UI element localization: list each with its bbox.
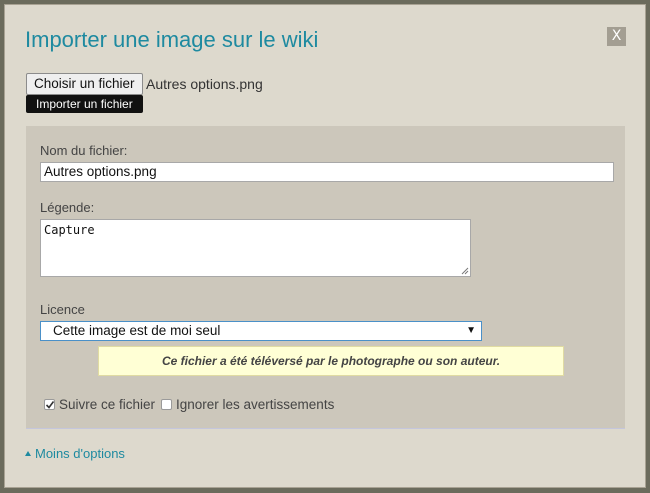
selected-file-name: Autres options.png — [146, 76, 263, 92]
ignore-warnings-option[interactable]: Ignorer les avertissements — [161, 397, 334, 412]
license-select[interactable]: Cette image est de moi seul ▼ — [40, 321, 482, 341]
choose-file-button[interactable]: Choisir un fichier — [26, 73, 143, 95]
less-options-label: Moins d'options — [35, 446, 125, 461]
license-label: Licence — [40, 302, 85, 317]
watch-file-label: Suivre ce fichier — [59, 397, 156, 412]
dropdown-arrow-icon: ▼ — [466, 325, 476, 336]
filename-label: Nom du fichier: — [40, 143, 128, 158]
license-selected-value: Cette image est de moi seul — [53, 323, 221, 338]
dialog-title: Importer une image sur le wiki — [25, 27, 319, 52]
upload-dialog: Importer une image sur le wiki X Choisir… — [4, 4, 646, 488]
watch-file-option[interactable]: Suivre ce fichier — [44, 397, 155, 412]
ignore-warnings-checkbox[interactable] — [161, 399, 172, 410]
license-notice: Ce fichier a été téléversé par le photog… — [98, 346, 564, 376]
close-button[interactable]: X — [607, 27, 626, 46]
watch-file-checkbox[interactable] — [44, 399, 55, 410]
resize-grip-icon[interactable] — [461, 267, 469, 275]
checkmark-icon — [45, 401, 55, 409]
filename-input[interactable]: Autres options.png — [40, 162, 614, 182]
less-options-link[interactable]: Moins d'options — [25, 446, 125, 461]
caption-textarea[interactable]: Capture — [40, 219, 471, 277]
caption-label: Légende: — [40, 200, 95, 215]
import-file-button[interactable]: Importer un fichier — [26, 95, 143, 113]
ignore-warnings-label: Ignorer les avertissements — [176, 397, 335, 412]
options-panel: Nom du fichier: Autres options.png Légen… — [26, 126, 625, 429]
triangle-up-icon — [25, 451, 31, 456]
caption-text: Capture — [44, 223, 95, 237]
